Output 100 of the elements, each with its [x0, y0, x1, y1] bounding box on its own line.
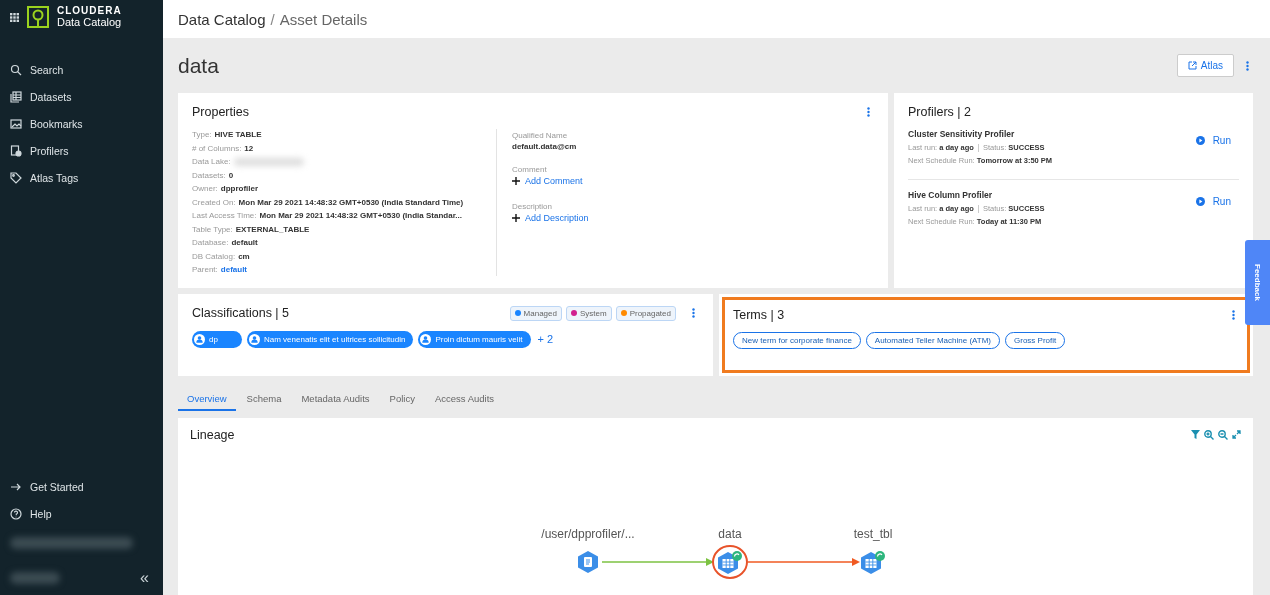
sidebar-item[interactable]: Datasets: [0, 83, 163, 111]
legend-chip: System: [565, 305, 612, 321]
more-icon: [867, 107, 870, 117]
breadcrumb-item[interactable]: Data Catalog: [178, 10, 266, 28]
add-description-link[interactable]: Add Description: [512, 213, 589, 223]
collapse-button[interactable]: «: [140, 569, 149, 587]
node-label: test_tbl: [853, 526, 893, 541]
node-label: /user/dpprofiler/...: [541, 526, 635, 541]
property-value: cm: [238, 250, 250, 262]
card-title: Lineage: [190, 427, 235, 442]
card-title: Terms | 3: [733, 307, 785, 322]
document-check-icon: [10, 144, 22, 157]
blurred-user: [10, 572, 60, 584]
property-label: DB Catalog:: [192, 250, 236, 262]
fullscreen-button[interactable]: [1232, 429, 1241, 440]
card-title: Profilers | 2: [908, 105, 971, 119]
run-button[interactable]: Run: [1187, 196, 1239, 207]
table-node-icon: [717, 549, 743, 574]
card-title: Properties: [192, 105, 249, 119]
person-icon: [249, 333, 260, 345]
card-title: Classifications | 5: [192, 306, 290, 320]
lineage-node[interactable]: [712, 544, 748, 579]
property-label: Database:: [192, 237, 229, 249]
blurred-value: [233, 157, 304, 166]
tab[interactable]: Policy: [380, 387, 424, 411]
grid-icon: [10, 12, 19, 22]
sidebar-item[interactable]: Get Started: [0, 473, 163, 500]
property-value: 12: [244, 142, 254, 154]
breadcrumb-item: Asset Details: [279, 10, 368, 28]
property-label: Last Access Time:: [192, 210, 257, 222]
more-count[interactable]: + 2: [537, 333, 554, 345]
table-node-icon: [860, 549, 886, 574]
property-label: Table Type:: [192, 223, 233, 235]
sidebar-item[interactable]: Help: [0, 500, 163, 527]
play-icon: [1195, 136, 1205, 145]
tag-icon: [10, 171, 22, 184]
property-label: Owner:: [192, 183, 218, 195]
tab[interactable]: Schema: [237, 387, 291, 411]
person-icon: [194, 333, 205, 345]
field-value: default.data@cm: [512, 142, 578, 151]
external-link-icon: [1187, 61, 1197, 70]
tab[interactable]: Metadata Audits: [292, 387, 379, 411]
person-icon: [420, 333, 432, 345]
property-value: Mon Mar 29 2021 14:48:32 GMT+0530 (India Standar...: [259, 210, 462, 222]
expand-icon: [1232, 429, 1241, 439]
legend-chip: Propagated: [615, 305, 676, 321]
atlas-button[interactable]: Atlas: [1176, 54, 1234, 77]
brand-name: CLOUDERA: [57, 6, 122, 17]
product-name: Data Catalog: [57, 16, 122, 29]
field-label: Qualified Name: [512, 131, 569, 140]
more-icon: [692, 308, 695, 318]
profiler-name: Cluster Sensitivity Profiler: [908, 129, 1016, 139]
legend-chip: Managed: [509, 305, 562, 321]
image-icon: [10, 117, 22, 130]
property-label: Created On:: [192, 196, 236, 208]
tab[interactable]: Access Audits: [425, 387, 504, 411]
add-comment-link[interactable]: Add Comment: [512, 176, 589, 186]
zoom-in-icon: [1204, 429, 1214, 440]
classification-tag[interactable]: Nam venenatis elit et ultrices sollicitudin: [247, 330, 414, 348]
property-link[interactable]: default: [220, 264, 248, 276]
zoom-out-button[interactable]: [1218, 429, 1228, 440]
breadcrumb-separator: /: [270, 10, 275, 28]
node-label: data: [718, 526, 742, 541]
zoom-out-icon: [1218, 429, 1228, 440]
property-label: Data Lake:: [192, 156, 231, 168]
filter-button[interactable]: [1191, 429, 1200, 440]
property-value: dpprofiler: [220, 183, 259, 195]
property-value: default: [231, 237, 258, 249]
filter-icon: [1191, 429, 1200, 439]
property-label: Datasets:: [192, 169, 226, 181]
sidebar-item[interactable]: Profilers: [0, 137, 163, 165]
more-icon: [1232, 309, 1235, 320]
feedback-button[interactable]: Feedback: [1245, 240, 1270, 325]
property-label: Parent:: [192, 264, 218, 276]
property-value: Mon Mar 29 2021 14:48:32 GMT+0530 (India Standard Time): [238, 196, 464, 208]
property-label: Type:: [192, 129, 212, 141]
field-label: Description: [512, 202, 553, 211]
sidebar-item[interactable]: Bookmarks: [0, 110, 163, 138]
more-icon: [1246, 60, 1249, 71]
classification-tag[interactable]: Proin dictum mauris velit: [418, 330, 531, 348]
help-icon: [10, 507, 22, 520]
property-value: 0: [228, 169, 234, 181]
classification-tag[interactable]: dp: [192, 330, 242, 348]
search-icon: [10, 63, 22, 76]
run-button[interactable]: Run: [1187, 135, 1239, 146]
plus-icon: [512, 177, 520, 185]
sidebar-item[interactable]: Atlas Tags: [0, 164, 163, 192]
page-title: data: [178, 53, 220, 78]
table-icon: [10, 90, 22, 103]
property-label: # of Columns:: [192, 142, 242, 154]
plus-icon: [512, 214, 520, 222]
zoom-in-button[interactable]: [1204, 429, 1214, 440]
tab[interactable]: Overview: [178, 387, 236, 411]
sidebar-item[interactable]: Search: [0, 56, 163, 84]
file-node-icon: [577, 550, 599, 573]
logo-icon: [27, 6, 49, 28]
profiler-name: Hive Column Profiler: [908, 190, 994, 200]
play-icon: [1195, 197, 1205, 206]
field-label: Comment: [512, 165, 548, 174]
property-value: EXTERNAL_TABLE: [235, 223, 310, 235]
